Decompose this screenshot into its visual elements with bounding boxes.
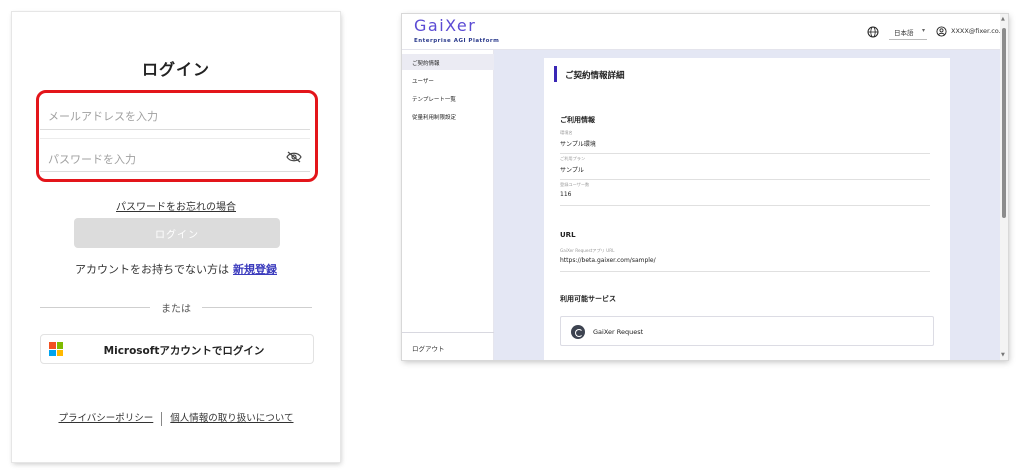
login-title: ログイン — [141, 60, 210, 79]
app-window: GaiXer Enterprise AGI Platform 日本語 ▾ XXX… — [402, 14, 1008, 360]
sidebar-item-usage-limits[interactable]: 従量利用制限設定 — [402, 108, 494, 124]
scroll-down-icon[interactable]: ▼ — [1001, 352, 1005, 358]
language-select[interactable]: 日本語 ▾ — [889, 23, 927, 40]
signup-link[interactable]: 新規登録 — [233, 263, 277, 276]
contract-detail-card: ご契約情報詳細 ご利用情報 環境名 サンプル環境 ご利用プラン サンプル 登録ユ… — [544, 58, 950, 360]
usage-section-title: ご利用情報 — [560, 116, 595, 124]
sidebar-item-templates[interactable]: テンプレート一覧 — [402, 90, 494, 106]
logout-button[interactable]: ログアウト — [402, 332, 494, 360]
globe-icon[interactable] — [867, 26, 879, 38]
app-header: GaiXer Enterprise AGI Platform 日本語 ▾ XXX… — [402, 14, 1008, 50]
field-label: ご利用プラン — [560, 156, 586, 161]
footer-links: プライバシーポリシー 個人情報の取り扱いについて — [12, 410, 340, 426]
login-card: ログイン メールアドレスを入力 パスワードを入力 パスワードをお忘れの場合 ログ… — [12, 12, 340, 462]
page-title: ご契約情報詳細 — [554, 66, 625, 82]
password-field[interactable]: パスワードを入力 — [40, 138, 310, 172]
microsoft-login-label: Microsoftアカウントでログイン — [103, 345, 265, 357]
service-label: GaiXer Request — [593, 328, 644, 336]
field-value: サンプル環境 — [560, 141, 596, 148]
language-value: 日本語 — [894, 29, 914, 37]
or-divider: または — [40, 300, 312, 315]
forgot-password-link[interactable]: パスワードをお忘れの場合 — [12, 198, 340, 213]
user-circle-icon[interactable] — [936, 26, 947, 37]
gaixer-logo[interactable]: GaiXer Enterprise AGI Platform — [414, 16, 504, 44]
field-value: 116 — [560, 191, 572, 198]
sidebar-item-users[interactable]: ユーザー — [402, 72, 494, 88]
sidebar-item-contract[interactable]: ご契約情報 — [402, 54, 494, 70]
no-account-text: アカウントをお持ちでない方は — [75, 263, 229, 276]
scroll-up-icon[interactable]: ▲ — [1001, 16, 1005, 22]
logo-tagline: Enterprise AGI Platform — [414, 38, 500, 44]
main-area: ご契約情報詳細 ご利用情報 環境名 サンプル環境 ご利用プラン サンプル 登録ユ… — [494, 50, 1000, 360]
microsoft-login-button[interactable]: Microsoftアカウントでログイン — [40, 334, 314, 364]
privacy-policy-link[interactable]: プライバシーポリシー — [58, 413, 153, 424]
scrollbar[interactable]: ▲ ▼ — [1000, 14, 1008, 360]
field-value[interactable]: https://beta.gaixer.com/sample/ — [560, 257, 656, 264]
field-label: 環境名 — [560, 130, 573, 135]
password-placeholder: パスワードを入力 — [48, 153, 136, 166]
footer-separator — [161, 411, 163, 426]
chevron-down-icon: ▾ — [921, 27, 925, 34]
services-section-title: 利用可能サービス — [560, 295, 616, 303]
field-label: 登録ユーザー数 — [560, 182, 590, 187]
field-value: サンプル — [560, 167, 584, 174]
logo-name: GaiXer — [414, 16, 477, 35]
user-email[interactable]: XXXX@fixer.co.jp — [951, 27, 1007, 35]
field-label: GaiXer Requestアプリ URL — [560, 248, 615, 253]
service-card-gaixer-request[interactable]: GaiXer Request — [560, 316, 934, 346]
plan-field: ご利用プラン サンプル — [560, 156, 930, 180]
user-count-field: 登録ユーザー数 116 — [560, 182, 930, 206]
email-field[interactable]: メールアドレスを入力 — [40, 96, 310, 130]
personal-info-link[interactable]: 個人情報の取り扱いについて — [170, 413, 293, 424]
signup-prompt: アカウントをお持ちでない方は 新規登録 — [12, 261, 340, 277]
url-section-title: URL — [560, 231, 576, 239]
eye-off-icon[interactable] — [286, 151, 302, 163]
scroll-thumb[interactable] — [1002, 28, 1006, 218]
email-placeholder: メールアドレスを入力 — [48, 110, 158, 123]
environment-field: 環境名 サンプル環境 — [560, 130, 930, 154]
sidebar: ご契約情報 ユーザー テンプレート一覧 従量利用制限設定 ログアウト — [402, 50, 494, 360]
login-button[interactable]: ログイン — [74, 218, 280, 248]
app-url-field: GaiXer Requestアプリ URL https://beta.gaixe… — [560, 248, 930, 272]
divider-line-right — [202, 307, 312, 308]
gaixer-service-icon — [571, 325, 585, 339]
